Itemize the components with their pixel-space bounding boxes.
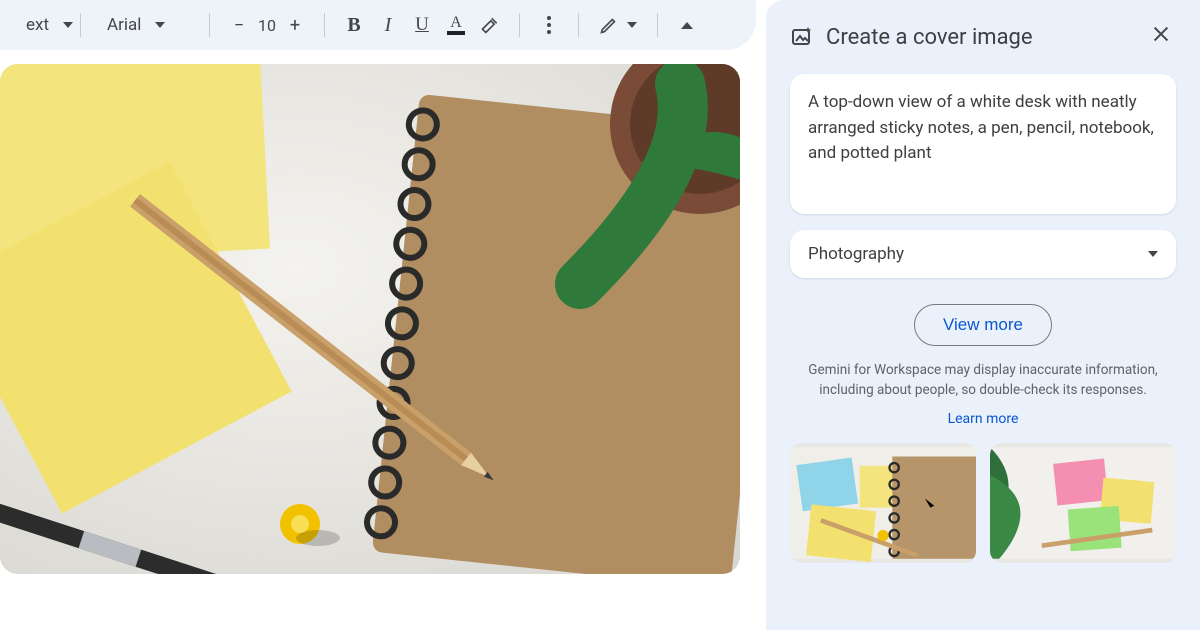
style-selected-label: Photography (808, 244, 904, 264)
toolbar-separator (578, 13, 579, 37)
bold-button[interactable]: B (339, 8, 369, 42)
thumbnail-2[interactable] (990, 443, 1176, 563)
generated-thumbnails (790, 443, 1176, 563)
toolbar-separator (209, 13, 210, 37)
panel-title: Create a cover image (826, 25, 1134, 50)
highlighter-icon (480, 15, 500, 35)
text-color-button[interactable]: A (441, 8, 471, 42)
font-size-stepper: − 10 + (224, 8, 310, 42)
toolbar-separator (657, 13, 658, 37)
prompt-text: A top-down view of a white desk with nea… (808, 90, 1158, 167)
underline-button[interactable]: U (407, 8, 437, 42)
style-dropdown[interactable]: Photography (790, 230, 1176, 278)
create-cover-panel: Create a cover image A top-down view of … (766, 0, 1200, 630)
kebab-icon (547, 16, 551, 34)
image-sparkle-icon (790, 25, 814, 49)
paragraph-style-label: ext (20, 15, 55, 35)
font-size-value[interactable]: 10 (256, 8, 278, 42)
toolbar-separator (80, 13, 81, 37)
learn-more-link[interactable]: Learn more (790, 411, 1176, 427)
thumbnail-1[interactable] (790, 443, 976, 563)
highlight-button[interactable] (475, 8, 505, 42)
italic-button[interactable]: I (373, 8, 403, 42)
paragraph-style-dropdown[interactable]: ext (14, 15, 66, 35)
chevron-down-icon (1148, 251, 1158, 257)
more-options-button[interactable] (534, 8, 564, 42)
toolbar-separator (519, 13, 520, 37)
pencil-icon (599, 15, 619, 35)
chevron-down-icon (63, 22, 73, 28)
document-canvas (0, 50, 756, 630)
font-family-dropdown[interactable]: Arial (95, 15, 195, 35)
font-family-label: Arial (101, 15, 147, 35)
chevron-up-icon (681, 22, 693, 29)
close-icon (1150, 23, 1172, 45)
chevron-down-icon (155, 22, 165, 28)
chevron-down-icon (627, 22, 637, 28)
cover-image[interactable] (0, 64, 740, 574)
collapse-toolbar-button[interactable] (672, 8, 702, 42)
prompt-input[interactable]: A top-down view of a white desk with nea… (790, 74, 1176, 214)
editing-mode-dropdown[interactable] (593, 15, 643, 35)
view-more-button[interactable]: View more (914, 304, 1052, 346)
text-color-bar (447, 31, 465, 35)
close-button[interactable] (1146, 18, 1176, 56)
increase-font-size-button[interactable]: + (280, 8, 310, 42)
text-color-letter: A (450, 16, 462, 30)
formatting-toolbar: ext Arial − 10 + B I U A (0, 0, 756, 50)
disclaimer-text: Gemini for Workspace may display inaccur… (790, 360, 1176, 401)
decrease-font-size-button[interactable]: − (224, 8, 254, 42)
toolbar-separator (324, 13, 325, 37)
